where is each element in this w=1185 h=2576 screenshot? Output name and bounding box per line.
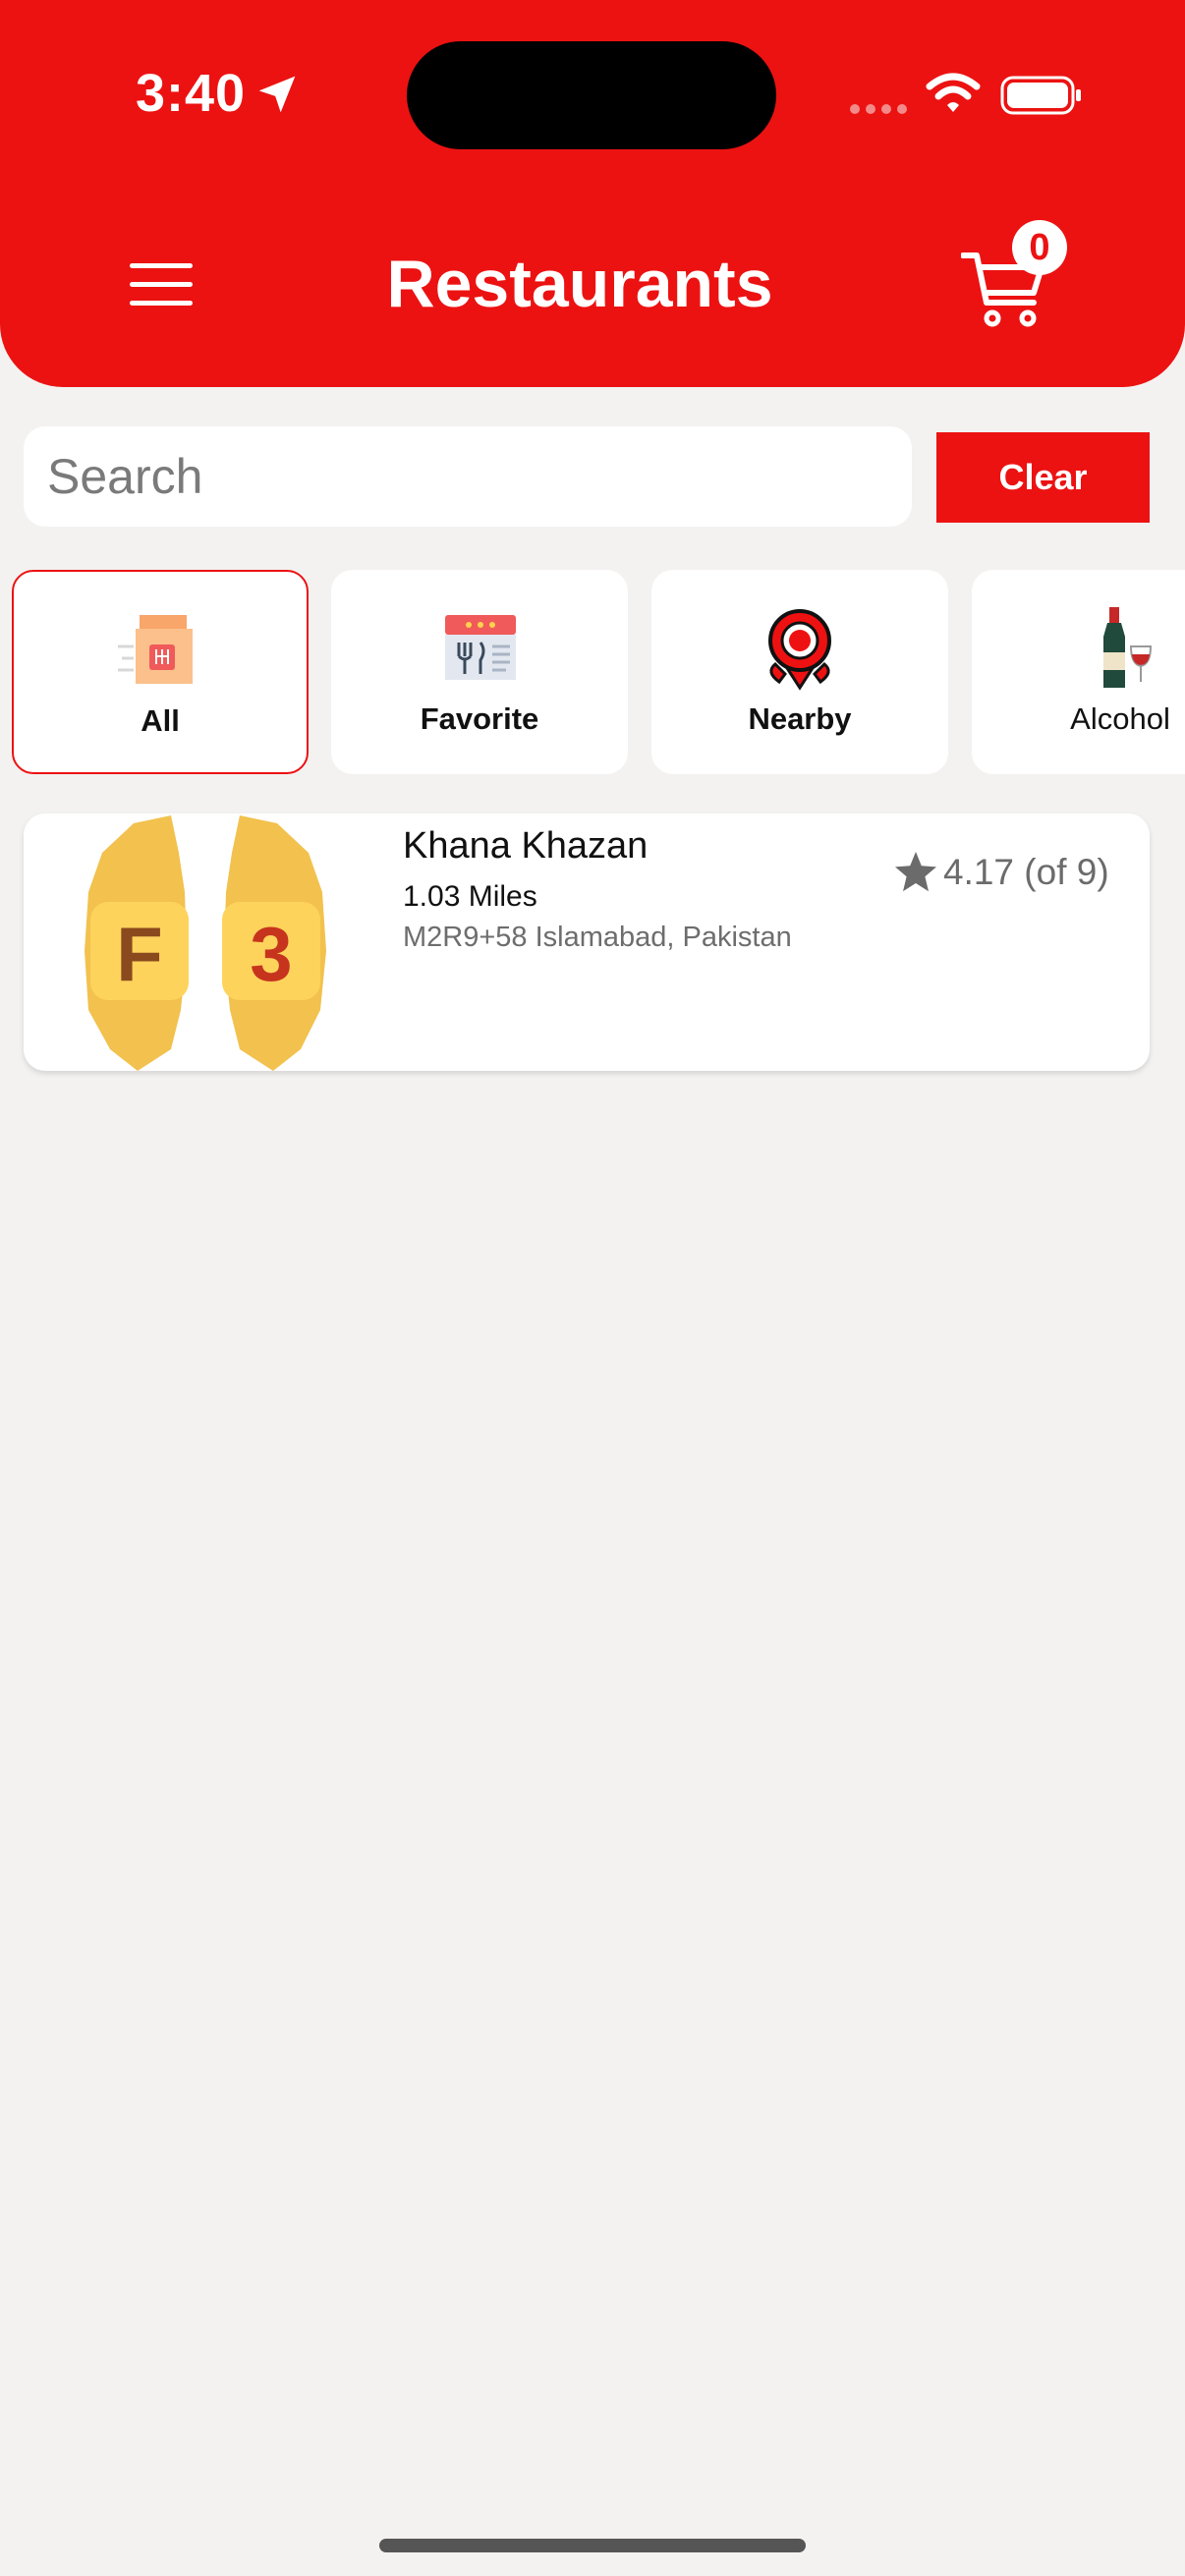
category-chip-all[interactable]: All bbox=[12, 570, 309, 774]
cellular-signal-icon bbox=[850, 104, 907, 114]
category-chip-favorite[interactable]: Favorite bbox=[331, 570, 628, 774]
menu-board-icon bbox=[445, 615, 516, 680]
restaurant-logo: F 3 bbox=[85, 815, 326, 1071]
restaurant-name: Khana Khazan bbox=[403, 825, 649, 867]
status-time: 3:40 bbox=[136, 64, 247, 123]
cart-count-badge: 0 bbox=[1012, 220, 1067, 275]
restaurant-address: M2R9+58 Islamabad, Pakistan bbox=[403, 922, 792, 953]
map-pin-icon bbox=[768, 609, 831, 691]
category-filter-bar: All Favorite Nearby Alcohol bbox=[0, 568, 1185, 776]
food-bag-icon bbox=[118, 615, 193, 684]
app-header: 3:40 Restaurants 0 bbox=[0, 0, 1185, 387]
wine-icon bbox=[1103, 607, 1153, 688]
restaurant-card[interactable]: F 3 Khana Khazan 1.03 Miles M2R9+58 Isla… bbox=[24, 813, 1150, 1071]
restaurant-rating: 4.17 (of 9) bbox=[892, 845, 1109, 900]
logo-letter-left: F bbox=[116, 911, 163, 997]
category-label: Favorite bbox=[420, 701, 539, 736]
location-arrow-icon bbox=[258, 76, 296, 113]
dynamic-island bbox=[407, 41, 776, 149]
wifi-icon bbox=[926, 73, 981, 112]
category-label: Nearby bbox=[748, 701, 852, 736]
hamburger-menu-icon[interactable] bbox=[130, 263, 193, 307]
restaurants-screen: 3:40 Restaurants 0 Search Clear All Favo… bbox=[0, 0, 1185, 2576]
clear-button[interactable]: Clear bbox=[936, 432, 1150, 523]
logo-letter-right: 3 bbox=[250, 911, 292, 997]
rating-value: 4.17 (of 9) bbox=[943, 852, 1109, 892]
category-chip-nearby[interactable]: Nearby bbox=[651, 570, 948, 774]
star-icon bbox=[895, 852, 936, 892]
category-label: All bbox=[141, 703, 180, 738]
home-indicator[interactable] bbox=[379, 2539, 806, 2552]
category-chip-alcohol[interactable]: Alcohol bbox=[972, 570, 1185, 774]
restaurant-distance: 1.03 Miles bbox=[403, 880, 537, 913]
battery-icon bbox=[1000, 76, 1081, 115]
cart-button[interactable]: 0 bbox=[953, 220, 1071, 328]
search-input[interactable] bbox=[24, 426, 912, 527]
page-title: Restaurants bbox=[386, 247, 773, 321]
category-label: Alcohol bbox=[1070, 701, 1170, 736]
